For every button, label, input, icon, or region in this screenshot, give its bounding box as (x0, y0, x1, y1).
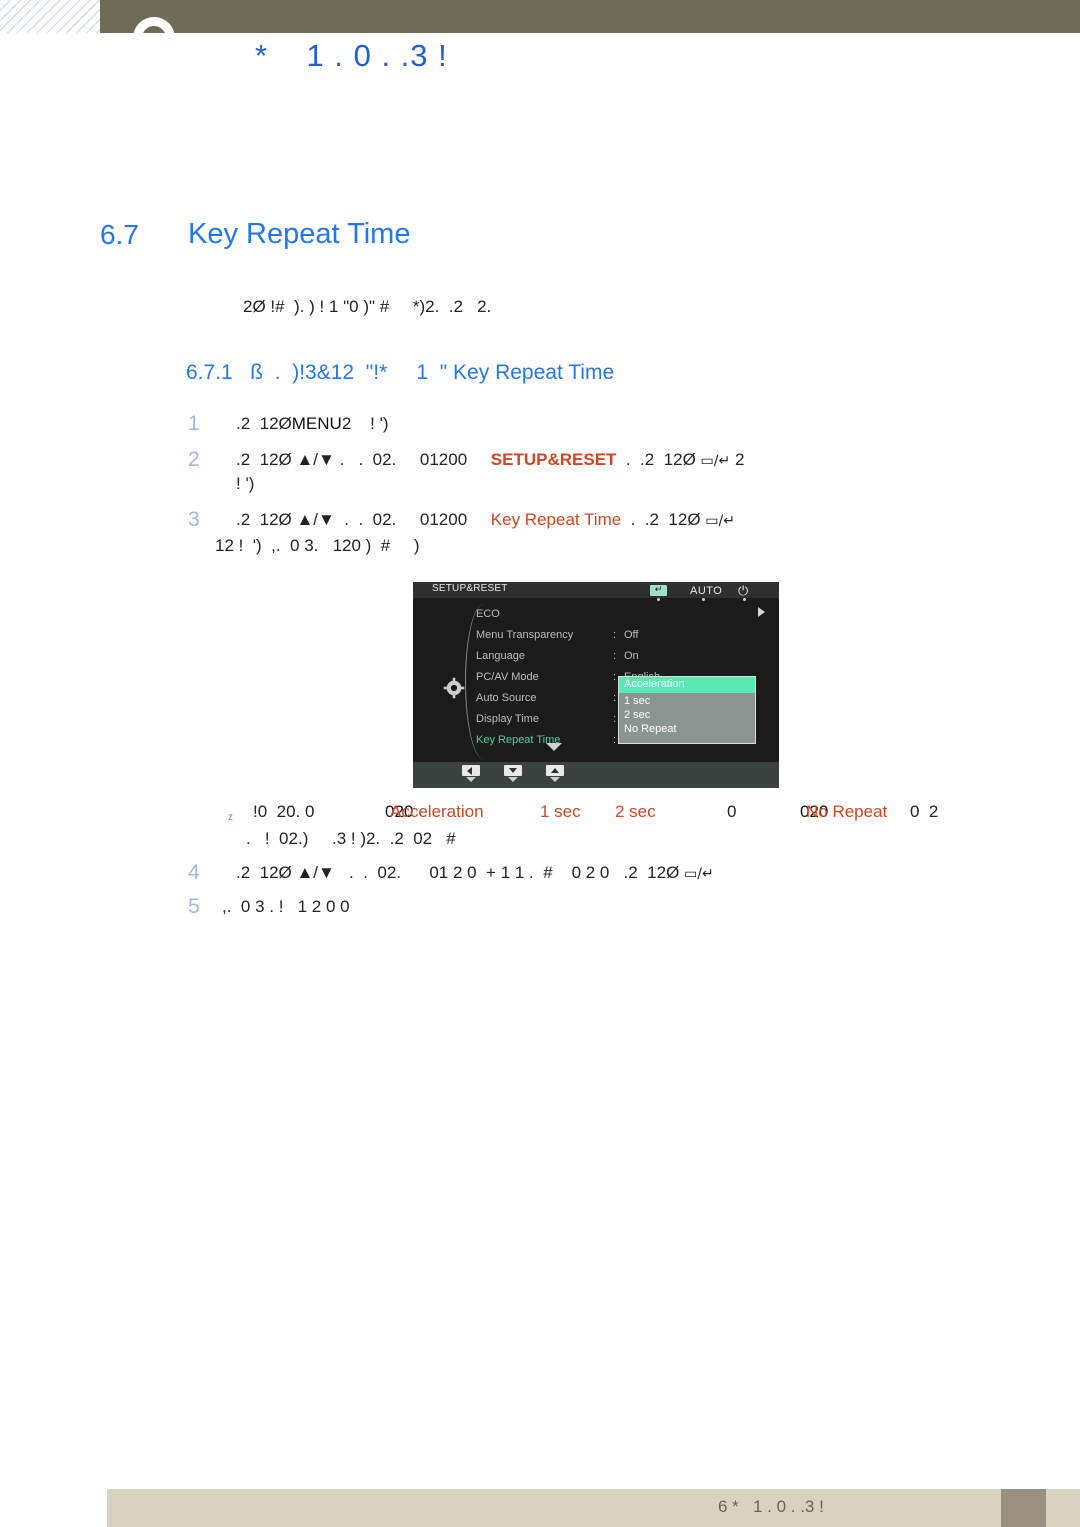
note-line1-part-e: 0 (727, 802, 737, 821)
osd-item-menu-transparency[interactable]: Menu Transparency (476, 629, 573, 641)
auto-button-indicator-icon (702, 598, 705, 601)
left-button[interactable] (462, 765, 480, 776)
step-4-text: .2 12Ø ▲/▼ . . 02. 01 2 0 + 1 1 . # 0 2 … (236, 863, 714, 883)
down-button[interactable] (504, 765, 522, 776)
step-1-post: 2 ! ') (341, 414, 389, 433)
step-3-glyph-icon: ▭/↵ (705, 513, 735, 529)
power-button[interactable]: ⏻ (738, 584, 748, 599)
step-3-text: .2 12Ø ▲/▼ . . 02. 01200 Key Repeat Time… (236, 510, 735, 530)
osd-value-language: On (624, 650, 639, 662)
up-button-indicator-icon (550, 777, 560, 782)
osd-colon-2: : (613, 650, 617, 662)
osd-menu-screenshot: SETUP&RESET ECO Menu Transparency : Off … (413, 582, 779, 788)
subsection-heading: 6.7.1 ß . )!3&12 "!* 1 " Key Repeat Time (186, 361, 614, 385)
step-4-glyph-icon: ▭/↵ (684, 866, 714, 882)
up-button[interactable] (546, 765, 564, 776)
osd-item-auto-source[interactable]: Auto Source (476, 692, 537, 704)
osd-dropdown-option-acceleration[interactable]: Acceleration (624, 678, 685, 690)
note-highlight-1sec: 1 sec (540, 802, 581, 821)
section-intro-text: 2Ø !# ). ) ! 1 "0 )" # *)2. .2 2. (243, 297, 492, 316)
osd-dropdown-key-repeat-time[interactable]: Acceleration 1 sec 2 sec No Repeat (618, 676, 756, 744)
step-5-text: ,. 0 3 . ! 1 2 0 0 (222, 897, 350, 916)
subsection-number: 6.7.1 (186, 361, 233, 384)
osd-colon-5: : (613, 713, 617, 725)
auto-button[interactable]: AUTO (690, 585, 722, 597)
footer-accent-block (1001, 1489, 1046, 1527)
footer-text: 6 * 1 . 0 . .3 ! (718, 1497, 824, 1516)
step-1-pre: .2 12Ø (236, 414, 292, 433)
step-1-number: 1 (188, 412, 200, 435)
chevron-down-icon[interactable] (546, 743, 562, 751)
step-3-text-line2: 12 ! ') ,. 0 3. 120 ) # ) (215, 536, 420, 555)
note-highlight-no-repeat: No Repeat (806, 802, 888, 821)
step-2-number: 2 (188, 448, 200, 471)
note-line1-part-g: 0 2 (910, 802, 939, 821)
osd-colon-1: : (613, 629, 617, 641)
page-header-title: * 1 . 0 . .3 ! (255, 38, 448, 73)
osd-colon-4: : (613, 692, 617, 704)
gear-icon (443, 677, 465, 699)
step-2-mid: . .2 12Ø (616, 450, 701, 469)
section-number: 6.7 (100, 219, 139, 250)
osd-item-eco[interactable]: ECO (476, 608, 500, 620)
step-2-highlight: SETUP&RESET (490, 450, 617, 469)
osd-title: SETUP&RESET (432, 583, 508, 594)
note-highlight-2sec: 2 sec (615, 802, 656, 821)
step-2-post: 2 (730, 450, 745, 469)
step-2-glyph-icon: ▭/↵ (700, 453, 731, 469)
enter-button-indicator-icon (657, 598, 660, 601)
chevron-right-icon (758, 607, 765, 617)
osd-item-display-time[interactable]: Display Time (476, 713, 539, 725)
step-2-pre: .2 12Ø ▲/▼ . . 02. 01200 (236, 450, 491, 469)
osd-dropdown-option-1sec[interactable]: 1 sec (624, 695, 650, 707)
step-1-text: .2 12ØMENU2 ! ') (236, 414, 389, 434)
osd-item-pc-av-mode[interactable]: PC/AV Mode (476, 671, 539, 683)
footer-bar (107, 1489, 1080, 1527)
osd-colon-6: : (613, 734, 617, 746)
enter-button[interactable]: ↵ (650, 585, 667, 596)
step-3-highlight: Key Repeat Time (490, 510, 622, 529)
osd-dropdown-option-no-repeat[interactable]: No Repeat (624, 723, 677, 735)
power-button-indicator-icon (743, 598, 746, 601)
note-highlight-acceleration: Acceleration (390, 802, 484, 821)
page-title: Key Repeat Time (188, 218, 411, 250)
note-line1-part-a: !0 20. 0 (253, 802, 315, 821)
osd-colon-3: : (613, 671, 617, 683)
down-button-indicator-icon (508, 777, 518, 782)
step-5-number: 5 (188, 895, 200, 918)
left-button-indicator-icon (466, 777, 476, 782)
note-marker-icon: z (228, 812, 233, 823)
subsection-title: ß . )!3&12 "!* 1 " Key Repeat Time (250, 361, 615, 384)
step-4-number: 4 (188, 861, 200, 884)
step-2-text-line2: ! ') (236, 474, 255, 493)
osd-dropdown-option-2sec[interactable]: 2 sec (624, 709, 650, 721)
osd-item-language[interactable]: Language (476, 650, 525, 662)
osd-value-menu-transparency: Off (624, 629, 639, 641)
step-1-key: MENU (291, 414, 342, 433)
step-3-pre: .2 12Ø ▲/▼ . . 02. 01200 (236, 510, 491, 529)
note-line2: . ! 02.) .3 ! )2. .2 02 # (246, 829, 456, 848)
step-2-text: .2 12Ø ▲/▼ . . 02. 01200 SETUP&RESET . .… (236, 450, 744, 470)
step-3-mid: . .2 12Ø (621, 510, 706, 529)
step-3-number: 3 (188, 508, 200, 531)
circle-logo-mask (120, 33, 190, 73)
step-4-pre: .2 12Ø ▲/▼ . . 02. 01 2 0 + 1 1 . # 0 2 … (236, 863, 685, 882)
header-bar (100, 0, 1080, 33)
